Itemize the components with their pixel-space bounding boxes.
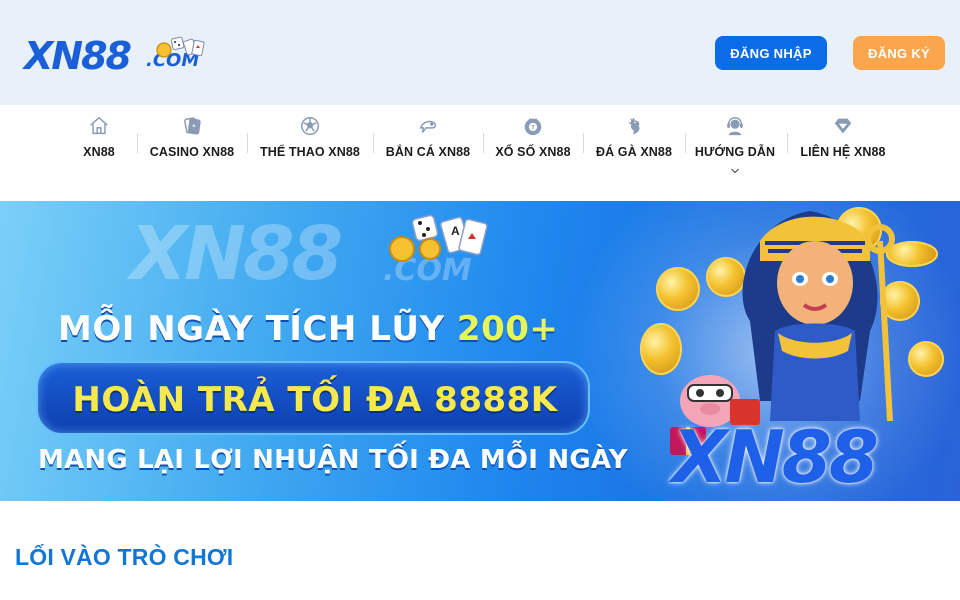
nav-divider: [583, 133, 584, 153]
nav-divider: [787, 133, 788, 153]
site-header: XN88 .COM ĐĂNG NHẬP ĐĂNG KÝ: [0, 0, 960, 105]
diamond-icon: [834, 118, 852, 134]
site-logo[interactable]: XN88 .COM: [24, 34, 214, 78]
promo-banner[interactable]: XN88 .COM A MỖI NGÀY TÍCH LŨY 200+ HOÀN …: [0, 201, 960, 501]
nav-item-cockfight[interactable]: ĐÁ GÀ XN88: [594, 115, 674, 195]
svg-text:7: 7: [531, 124, 535, 131]
promo-line-1: MỖI NGÀY TÍCH LŨY 200+: [58, 309, 558, 349]
nav-divider: [373, 133, 374, 153]
nav-item-sports[interactable]: THỂ THAO XN88: [258, 115, 362, 195]
banner-brand-logo: XN88: [672, 415, 879, 499]
section-title: LỐI VÀO TRÒ CHƠI: [15, 544, 234, 570]
dice-cards-icon: [156, 36, 205, 58]
nav-item-casino[interactable]: CASINO XN88: [146, 115, 238, 195]
rooster-icon: [628, 117, 640, 135]
nav-divider: [247, 133, 248, 153]
nav-label: XN88: [83, 145, 115, 159]
fish-icon: [419, 120, 437, 133]
promo-line-2: HOÀN TRẢ TỐI ĐA 8888K: [72, 380, 558, 420]
soccer-ball-icon: [301, 117, 319, 135]
banner-ghost-logo: XN88: [130, 211, 343, 297]
nav-label: HƯỚNG DẪN: [694, 145, 776, 159]
gold-coin-icon: [656, 267, 700, 311]
promo-pill: HOÀN TRẢ TỐI ĐA 8888K: [36, 361, 590, 435]
nav-divider: [483, 133, 484, 153]
home-icon: [90, 116, 108, 135]
main-nav: XN88 CASINO XN88 THỂ THAO XN88 BẮN CÁ XN…: [0, 105, 960, 200]
chevron-down-icon[interactable]: [730, 167, 740, 175]
nav-item-fishing[interactable]: BẮN CÁ XN88: [384, 115, 472, 195]
promo-line-3: MANG LẠI LỢI NHUẬN TỐI ĐA MỖI NGÀY: [38, 445, 628, 475]
support-agent-icon: [727, 117, 743, 136]
svg-text:A: A: [451, 224, 460, 238]
logo-text: XN88: [24, 34, 132, 78]
promo-line-1-highlight: 200+: [456, 309, 559, 349]
nav-label: ĐÁ GÀ XN88: [595, 145, 673, 159]
nav-divider: [137, 133, 138, 153]
lottery-ball-icon: 7: [524, 118, 542, 136]
nav-divider: [685, 133, 686, 153]
login-button[interactable]: ĐĂNG NHẬP: [715, 36, 827, 70]
dice-cards-icon: A: [389, 214, 488, 262]
nav-item-guide[interactable]: HƯỚNG DẪN: [695, 115, 775, 195]
nav-label: CASINO XN88: [149, 145, 235, 159]
register-button[interactable]: ĐĂNG KÝ: [853, 36, 945, 70]
nav-label: XỔ SỐ XN88: [495, 145, 571, 159]
nav-label: BẮN CÁ XN88: [385, 145, 471, 159]
nav-label: LIÊN HỆ XN88: [800, 145, 886, 159]
cards-icon: [184, 117, 201, 135]
nav-item-home[interactable]: XN88: [79, 115, 119, 195]
nav-item-contact[interactable]: LIÊN HỆ XN88: [797, 115, 889, 195]
promo-line-1-text: MỖI NGÀY TÍCH LŨY: [58, 309, 457, 349]
nav-item-lottery[interactable]: 7 XỔ SỐ XN88: [493, 115, 573, 195]
nav-label: THỂ THAO XN88: [260, 145, 360, 159]
